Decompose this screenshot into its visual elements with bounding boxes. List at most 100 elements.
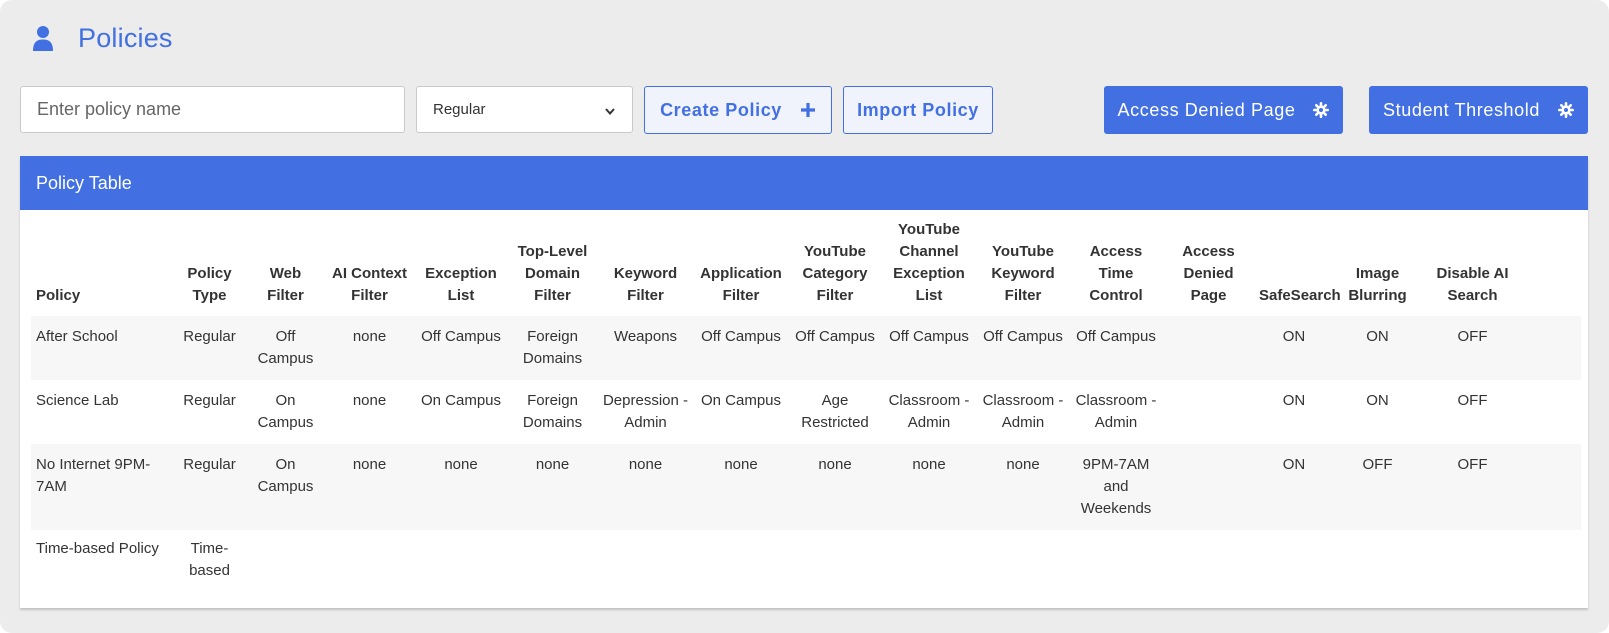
column-header: Policy Type <box>187 265 232 304</box>
table-cell: Off Campus <box>882 316 976 380</box>
table-cell: Classroom - Admin <box>1075 392 1157 431</box>
table-cell: none <box>788 444 882 530</box>
plus-icon <box>800 102 816 118</box>
table-row[interactable]: Time-based Policy Time-based <box>31 530 1581 592</box>
table-cell <box>1162 380 1255 444</box>
access-denied-label: Access Denied Page <box>1117 99 1296 120</box>
table-cell: none <box>597 444 694 530</box>
column-header: Disable AI Search <box>1436 265 1509 304</box>
table-cell: On Campus <box>700 392 782 409</box>
table-cell: Regular <box>173 316 246 380</box>
table-cell: none <box>694 444 788 530</box>
table-row[interactable]: Science Lab Regular On Campus none On Ca… <box>31 380 1581 444</box>
table-cell: OFF <box>1457 392 1488 409</box>
table-cell: Regular <box>173 444 246 530</box>
gear-icon <box>1557 102 1574 118</box>
create-policy-label: Create Policy <box>660 99 782 120</box>
table-cell <box>1422 530 1523 592</box>
column-header-spacer <box>1523 210 1581 316</box>
policy-name-input[interactable] <box>20 86 405 133</box>
policy-type-select[interactable]: Regular <box>416 86 633 133</box>
table-cell <box>246 530 325 592</box>
table-cell: none <box>508 444 597 530</box>
column-header: Keyword Filter <box>613 265 678 304</box>
column-header: Access Time Control <box>1089 243 1143 304</box>
column-header: Exception List <box>425 265 497 304</box>
table-cell <box>1070 530 1162 592</box>
table-cell: Foreign Domains <box>522 392 583 431</box>
table-cell: Foreign Domains <box>508 316 597 380</box>
table-cell <box>1333 530 1422 592</box>
table-cell: Off Campus <box>788 316 882 380</box>
policy-table-title: Policy Table <box>36 172 132 193</box>
table-cell: Age Restricted <box>801 392 869 431</box>
user-icon <box>32 25 54 51</box>
table-cell: Classroom - Admin <box>982 392 1064 431</box>
student-threshold-button[interactable]: Student Threshold <box>1369 86 1588 134</box>
column-header: Top-Level Domain Filter <box>517 243 588 304</box>
table-cell: Off Campus <box>976 316 1070 380</box>
table-cell: none <box>325 316 414 380</box>
table-cell: Weapons <box>597 316 694 380</box>
table-cell-spacer <box>1523 316 1581 380</box>
chevron-down-icon <box>604 104 616 116</box>
table-cell: ON <box>1333 316 1422 380</box>
table-cell-spacer <box>1523 530 1581 592</box>
table-cell: ON <box>1366 392 1389 409</box>
table-cell-spacer <box>1523 380 1581 444</box>
column-header: YouTube Category Filter <box>802 243 868 304</box>
table-cell: ON <box>1282 392 1306 409</box>
page-title: Policies <box>78 22 173 53</box>
import-policy-button[interactable]: Import Policy <box>843 86 993 134</box>
table-cell: none <box>325 444 414 530</box>
table-cell <box>1255 530 1333 592</box>
table-cell <box>694 530 788 592</box>
column-header: SafeSearch <box>1259 287 1341 304</box>
table-cell: On Campus <box>420 392 502 409</box>
table-cell: Off Campus <box>1070 316 1162 380</box>
policy-table: Policy Policy Type Web Filter AI Context… <box>31 210 1581 592</box>
table-cell: ON <box>1255 316 1333 380</box>
table-cell: On Campus <box>257 392 314 431</box>
column-header: YouTube Channel Exception List <box>893 221 965 304</box>
table-cell <box>882 530 976 592</box>
table-cell: Time-based Policy <box>36 540 159 557</box>
access-denied-page-button[interactable]: Access Denied Page <box>1104 86 1343 134</box>
table-cell: none <box>976 444 1070 530</box>
policy-table-card: Policy Table Policy Policy Type Web Filt… <box>20 156 1588 608</box>
table-cell: Depression - Admin <box>602 392 689 431</box>
column-header: AI Context Filter <box>332 265 407 304</box>
create-policy-button[interactable]: Create Policy <box>644 86 832 134</box>
gear-icon <box>1313 102 1330 118</box>
table-cell <box>325 530 414 592</box>
column-header: YouTube Keyword Filter <box>991 243 1055 304</box>
table-row[interactable]: No Internet 9PM-7AM Regular On Campus no… <box>31 444 1581 530</box>
table-cell: Science Lab <box>36 392 119 409</box>
table-cell: No Internet 9PM-7AM <box>31 444 173 530</box>
table-cell <box>1162 444 1255 530</box>
table-cell <box>508 530 597 592</box>
table-cell <box>976 530 1070 592</box>
table-cell <box>788 530 882 592</box>
table-row[interactable]: After School Regular Off Campus none Off… <box>31 316 1581 380</box>
table-cell: ON <box>1255 444 1333 530</box>
table-cell: OFF <box>1333 444 1422 530</box>
table-cell <box>1162 316 1255 380</box>
column-header: Access Denied Page <box>1182 243 1235 304</box>
column-header: Image Blurring <box>1348 265 1407 304</box>
policies-panel: Policies Regular Create Policy Import Po… <box>0 0 1609 633</box>
table-cell: Off Campus <box>694 316 788 380</box>
table-cell: Regular <box>183 392 236 409</box>
column-header: Application Filter <box>700 265 782 304</box>
table-cell: none <box>352 392 387 409</box>
table-cell <box>597 530 694 592</box>
table-cell: Off Campus <box>414 316 508 380</box>
table-cell: Time-based <box>189 540 230 579</box>
table-cell: Classroom - Admin <box>888 392 970 431</box>
column-header: Web Filter <box>267 265 304 304</box>
policy-type-selected: Regular <box>433 101 486 118</box>
table-cell: none <box>882 444 976 530</box>
policy-table-header: Policy Table <box>20 156 1588 210</box>
student-threshold-label: Student Threshold <box>1383 99 1540 120</box>
table-header-row: Policy Policy Type Web Filter AI Context… <box>31 210 1581 316</box>
